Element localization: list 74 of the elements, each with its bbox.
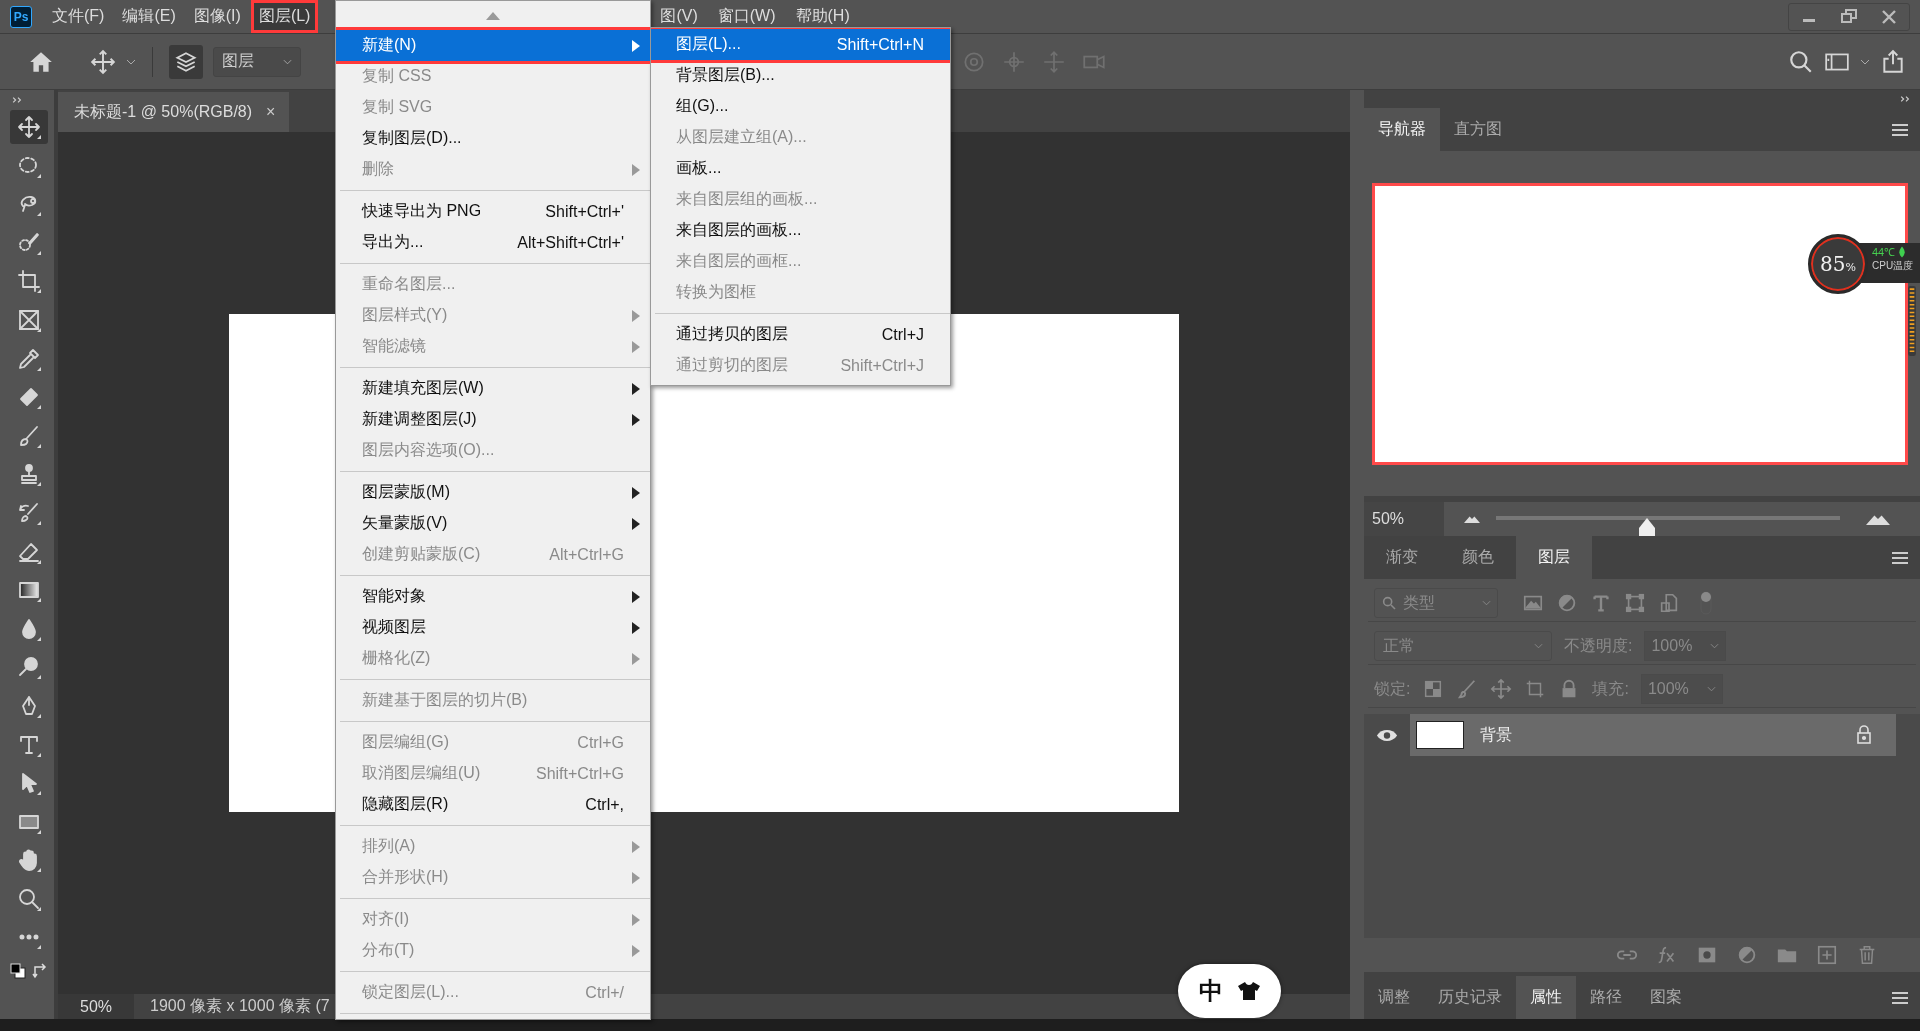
menu-bar-item[interactable]: 帮助(H) <box>789 2 856 31</box>
caret-icon[interactable] <box>126 58 136 65</box>
lock-icon[interactable] <box>1856 725 1872 745</box>
caret-icon <box>1534 643 1543 649</box>
menu-item[interactable]: 导出为... Alt+Shift+Ctrl+' <box>336 227 650 258</box>
menu-item[interactable]: 图层(L)... Shift+Ctrl+N <box>651 29 950 60</box>
temperature-bar <box>1908 286 1916 356</box>
cpu-usage-reading: 85% <box>1820 252 1856 276</box>
menu-item[interactable]: 新建填充图层(W) <box>336 373 650 404</box>
menu-item[interactable]: 新建调整图层(J) <box>336 404 650 435</box>
menu-item[interactable]: 复制图层(D)... <box>336 123 650 154</box>
panel-tab[interactable]: 渐变 <box>1364 536 1440 579</box>
menu-item[interactable]: 视频图层 <box>336 612 650 643</box>
caret-icon <box>1482 600 1491 606</box>
menu-item[interactable]: 背景图层(B)... <box>651 60 950 91</box>
layer-thumbnail <box>1416 721 1464 749</box>
caret-icon <box>1710 643 1720 649</box>
document-info: 1900 像素 x 1000 像素 (7 <box>149 996 330 1016</box>
layer-name: 背景 <box>1480 724 1512 745</box>
panel-tab[interactable]: 颜色 <box>1440 536 1516 579</box>
menu-item[interactable]: 快速导出为 PNG Shift+Ctrl+' <box>336 196 650 227</box>
app-logo: Ps <box>10 5 32 28</box>
caret-icon[interactable] <box>1860 58 1870 65</box>
menu-item[interactable]: 矢量蒙版(V) <box>336 508 650 539</box>
menu-item[interactable]: 智能对象 <box>336 581 650 612</box>
layer-row[interactable]: 背景 <box>1410 714 1896 756</box>
menu-bar-item[interactable]: 窗口(W) <box>711 2 782 31</box>
panel-tab[interactable]: 路径 <box>1576 976 1636 1019</box>
zoom-in-icon[interactable] <box>1866 513 1890 525</box>
panel-tab[interactable]: 图案 <box>1636 976 1696 1019</box>
temperature-reading: 44℃ <box>1872 245 1896 259</box>
panel-tab[interactable]: 导航器 <box>1364 108 1440 151</box>
search-icon[interactable] <box>1788 48 1814 75</box>
cpu-temperature-label: CPU温度 <box>1872 259 1914 273</box>
menu-item[interactable]: 来自图层的画板... <box>651 215 950 246</box>
menu-bar-item[interactable]: 文件(F) <box>46 2 111 31</box>
menu-item[interactable]: 隐藏图层(R) Ctrl+, <box>336 789 650 820</box>
zoom-level[interactable]: 50% <box>58 994 135 1019</box>
menu-item[interactable]: 画板... <box>651 153 950 184</box>
target-dropdown[interactable]: 图层 <box>213 46 301 77</box>
panel-tab[interactable]: 直方图 <box>1440 108 1516 151</box>
eye-icon[interactable] <box>1376 728 1398 742</box>
menu-icon[interactable] <box>1892 123 1908 136</box>
input-mode[interactable]: 中 <box>1198 975 1223 1007</box>
expand-icon[interactable] <box>12 96 24 104</box>
layers-select-icon[interactable] <box>169 44 203 79</box>
menu-icon[interactable] <box>1892 551 1908 564</box>
panel-tab[interactable]: 调整 <box>1364 976 1424 1019</box>
shirt-icon[interactable] <box>1236 981 1261 1001</box>
zoom-out-icon[interactable] <box>1464 515 1480 523</box>
share-icon[interactable] <box>1880 48 1906 75</box>
collapse-icon[interactable] <box>1900 95 1912 103</box>
navigator-zoom[interactable]: 50% <box>1364 502 1444 536</box>
menu-item[interactable]: 通过拷贝的图层 Ctrl+J <box>651 319 950 350</box>
panel-tab[interactable]: 图层 <box>1516 536 1592 579</box>
menu-bar-item[interactable]: 编辑(E) <box>116 2 182 31</box>
menu-item[interactable]: 图层蒙版(M) <box>336 477 650 508</box>
panel-tab[interactable]: 历史记录 <box>1424 976 1516 1019</box>
leaf-icon <box>1898 245 1907 258</box>
menu-bar-item[interactable]: 图层(L) <box>252 2 317 31</box>
search-icon <box>1381 595 1397 611</box>
color-swatches-icon[interactable] <box>10 963 26 980</box>
menu-item[interactable]: 组(G)... <box>651 91 950 122</box>
panel-tab[interactable]: 属性 <box>1516 976 1576 1019</box>
slider-thumb[interactable] <box>1639 518 1656 536</box>
menu-item[interactable]: 新建(N) <box>336 30 650 61</box>
menu-bar-item[interactable]: 图像(I) <box>187 2 247 31</box>
swap-icon[interactable] <box>32 963 48 980</box>
menu-icon[interactable] <box>1892 991 1908 1004</box>
caret-icon <box>283 58 292 65</box>
menu-bar-item[interactable]: 图(V) <box>654 2 704 31</box>
caret-icon <box>1706 686 1716 692</box>
document-tab[interactable]: 未标题-1 @ 50%(RGB/8) × <box>58 92 290 132</box>
move-icon[interactable] <box>10 110 48 144</box>
